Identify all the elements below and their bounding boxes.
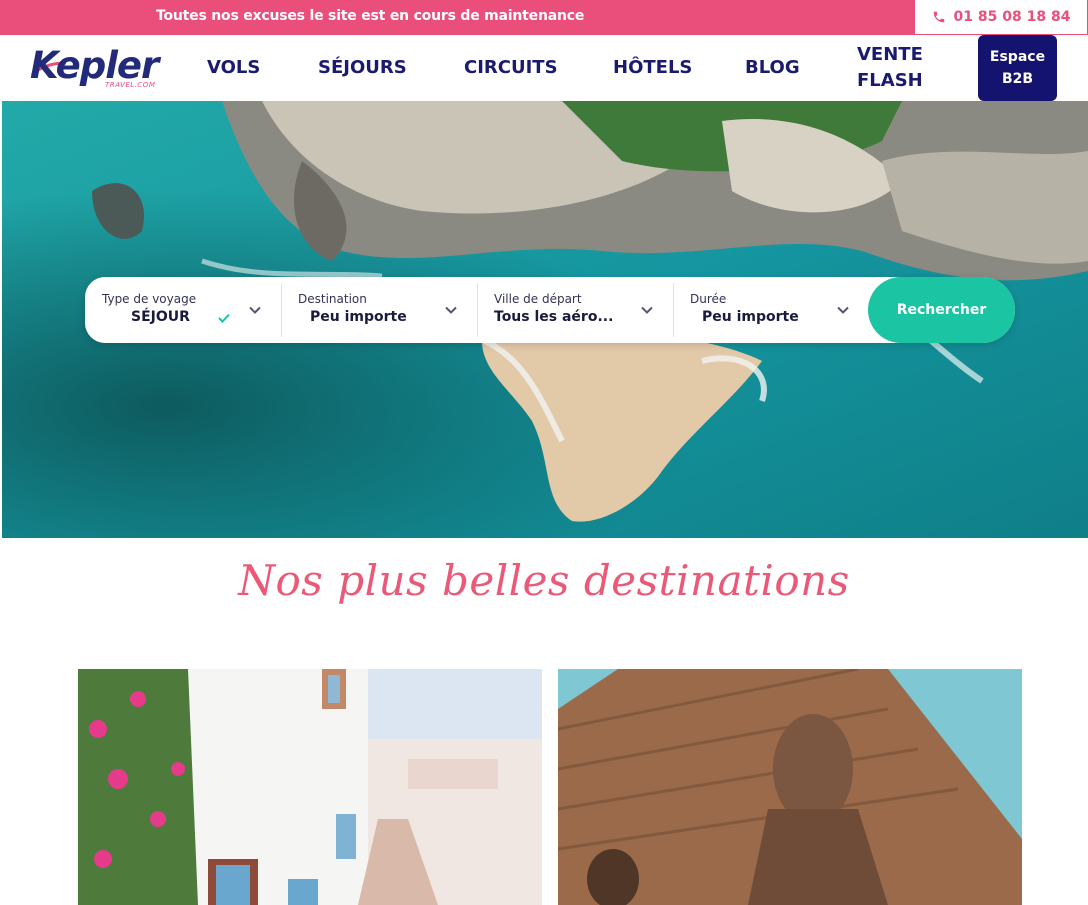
field-ville-depart-label: Ville de départ <box>494 292 582 306</box>
maintenance-message: Toutes nos excuses le site est en cours … <box>156 8 585 24</box>
field-destination[interactable]: Destination Peu importe <box>282 277 477 343</box>
nav-vente-flash[interactable]: VENTE FLASH <box>857 42 923 94</box>
section-title: Nos plus belles destinations <box>238 556 850 605</box>
field-duree[interactable]: Durée Peu importe <box>674 277 868 343</box>
chevron-down-icon <box>249 306 261 314</box>
field-type-voyage-label: Type de voyage <box>102 292 197 306</box>
check-icon <box>218 313 230 323</box>
destination-image <box>78 669 542 905</box>
field-ville-depart-value: Tous les aéro... <box>494 309 614 325</box>
field-duree-label: Durée <box>690 292 727 306</box>
phone-number[interactable]: 01 85 08 18 84 <box>954 9 1071 25</box>
maintenance-banner: Toutes nos excuses le site est en cours … <box>0 0 1088 35</box>
nav-hotels[interactable]: HÔTELS <box>613 55 692 81</box>
nav-circuits[interactable]: CIRCUITS <box>464 55 558 81</box>
search-button[interactable]: Rechercher <box>868 277 1015 343</box>
field-ville-depart[interactable]: Ville de départ Tous les aéro... <box>478 277 673 343</box>
chevron-down-icon <box>641 306 653 314</box>
field-destination-value: Peu importe <box>310 309 407 325</box>
site-header: Kepler TRAVEL.COM VOLS SÉJOURS CIRCUITS … <box>0 35 1088 101</box>
nav-vente-flash-line1: VENTE <box>857 44 923 65</box>
field-type-voyage-value: SÉJOUR <box>131 309 190 325</box>
nav-sejours[interactable]: SÉJOURS <box>318 55 407 81</box>
field-duree-value: Peu importe <box>702 309 799 325</box>
field-type-voyage[interactable]: Type de voyage SÉJOUR <box>85 277 281 343</box>
b2b-line2: B2B <box>1001 71 1034 87</box>
destination-image <box>558 669 1022 905</box>
chevron-down-icon <box>837 306 849 314</box>
kepler-logo[interactable]: Kepler TRAVEL.COM <box>30 45 165 91</box>
destination-card-egypt[interactable] <box>558 669 1022 905</box>
logo-subtitle: TRAVEL.COM <box>105 81 156 89</box>
b2b-line1: Espace <box>989 49 1046 65</box>
field-destination-label: Destination <box>298 292 367 306</box>
destination-card-greece[interactable] <box>78 669 542 905</box>
chevron-down-icon <box>445 306 457 314</box>
nav-vente-flash-line2: FLASH <box>857 70 923 91</box>
nav-vols[interactable]: VOLS <box>207 55 260 81</box>
search-bar: Type de voyage SÉJOUR Destination Peu im… <box>85 277 1015 343</box>
b2b-button[interactable]: Espace B2B <box>978 35 1057 101</box>
phone-contact[interactable]: 01 85 08 18 84 <box>914 0 1088 35</box>
nav-blog[interactable]: BLOG <box>745 55 800 81</box>
phone-icon <box>933 11 944 23</box>
